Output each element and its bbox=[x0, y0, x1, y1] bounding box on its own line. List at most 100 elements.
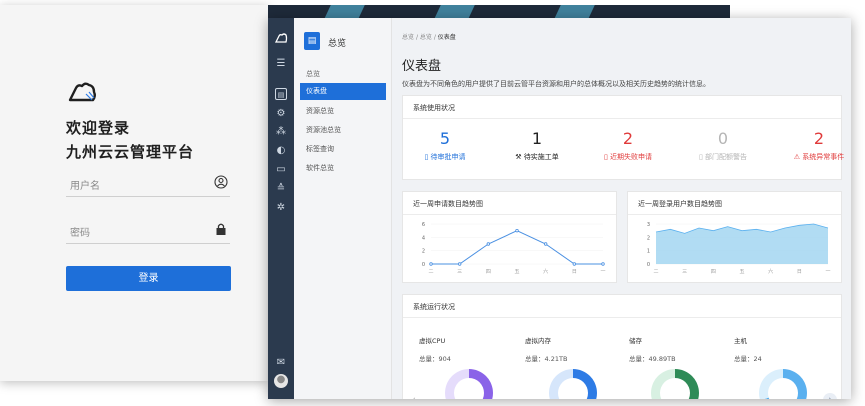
stat-quota-warning[interactable]: 0 ▯ 部门配额警告 bbox=[683, 130, 763, 162]
sidebar-header-label: 总览 bbox=[328, 39, 347, 49]
username-field[interactable]: 用户名 bbox=[66, 173, 230, 197]
breadcrumb: 总览 / 总览 / 仪表盘 bbox=[402, 32, 456, 41]
stat-label: ⚠ 系统异常事件 bbox=[793, 153, 845, 161]
sidebar-header: ▤ 总览 bbox=[304, 32, 384, 54]
menu-icon[interactable]: ☰ bbox=[275, 58, 287, 70]
sidebar-item-dashboard[interactable]: 仪表盘 bbox=[300, 83, 386, 100]
stat-value: 0 bbox=[717, 129, 729, 148]
breadcrumb-link[interactable]: 总览 bbox=[420, 34, 432, 41]
x-tick-label: 一 bbox=[600, 269, 605, 275]
stat-system-exceptions[interactable]: 2 ⚠ 系统异常事件 bbox=[779, 130, 851, 162]
cloud-logo-icon[interactable] bbox=[274, 32, 288, 44]
breadcrumb-separator: / bbox=[433, 34, 436, 41]
x-tick-label: 三 bbox=[682, 269, 687, 275]
x-tick-label: 日 bbox=[572, 269, 577, 275]
x-tick-label: 三 bbox=[457, 269, 462, 275]
chevron-left-icon[interactable]: ‹ bbox=[407, 393, 421, 399]
password-field[interactable]: 密码 bbox=[66, 220, 230, 244]
network-icon[interactable]: ⁂ bbox=[275, 126, 287, 138]
stat-value: 2 bbox=[813, 129, 825, 148]
chart-title: 近一周登录用户数目趋势图 bbox=[638, 200, 722, 208]
host-donut-chart bbox=[759, 369, 807, 399]
sidebar-item-resource-overview[interactable]: 资源总览 bbox=[300, 103, 386, 120]
usage-total: 总量：4.21TB bbox=[525, 355, 568, 363]
usage-name: 主机 bbox=[734, 337, 747, 345]
display-icon[interactable]: ▭ bbox=[275, 164, 287, 176]
divider bbox=[403, 118, 841, 119]
chevron-right-icon[interactable]: › bbox=[823, 393, 837, 399]
mail-icon[interactable]: ✉ bbox=[275, 357, 287, 369]
data-point bbox=[543, 242, 548, 246]
sidebar-item-resource-pool[interactable]: 资源池总览 bbox=[300, 122, 386, 139]
icon-rail: ☰ ▤ ⚙ ⁂ ◐ ▭ ≙ ✲ ✉ ● bbox=[268, 18, 294, 399]
area-fill bbox=[656, 224, 828, 264]
panel-title: 系统运行状况 bbox=[413, 303, 455, 311]
sidebar-item-software[interactable]: 软件总览 bbox=[300, 160, 386, 177]
stat-label: ⚒ 待实施工单 bbox=[515, 153, 559, 161]
weekly-logins-area-chart: 0 1 2 3 二 三 四 五 六 日 一 bbox=[647, 222, 831, 275]
x-tick-label: 四 bbox=[486, 269, 491, 275]
weekly-requests-chart-panel: 近一周申请数目趋势图 0 2 4 6 二 三 四 五 六 日 一 bbox=[402, 191, 617, 283]
sidebar-section-label: 总览 bbox=[306, 70, 320, 78]
stat-value: 2 bbox=[622, 129, 634, 148]
resource-icon[interactable]: ⚙ bbox=[275, 108, 287, 120]
breadcrumb-link[interactable]: 总览 bbox=[402, 34, 414, 41]
avatar[interactable]: ● bbox=[274, 374, 288, 388]
system-usage-panel: 系统使用状况 5 ▯ 待审批申请 1 ⚒ 待实施工单 2 ▯ 近期失败申请 0 … bbox=[402, 95, 844, 180]
storage-donut-chart bbox=[651, 369, 699, 399]
usage-name: 虚拟CPU bbox=[419, 337, 446, 345]
data-point bbox=[457, 262, 462, 266]
stat-label: ▯ 近期失败申请 bbox=[603, 153, 653, 161]
x-tick-label: 二 bbox=[653, 269, 658, 275]
divider bbox=[403, 317, 841, 318]
page-title: 仪表盘 bbox=[402, 59, 442, 74]
usage-storage: 储存 总量：49.89TB bbox=[629, 335, 729, 363]
overview-icon[interactable]: ▤ bbox=[275, 88, 287, 100]
x-tick-label: 五 bbox=[514, 269, 519, 275]
system-runtime-panel: 系统运行状况 虚拟CPU 总量：904 虚拟内存 总量：4.21TB 储存 总量… bbox=[402, 294, 842, 399]
x-tick-label: 一 bbox=[825, 269, 830, 275]
stack-icon[interactable]: ≙ bbox=[275, 183, 287, 195]
stat-label-text: 系统异常事件 bbox=[802, 153, 845, 161]
lock-icon bbox=[216, 223, 226, 235]
series-line bbox=[431, 230, 603, 265]
stat-value: 1 bbox=[531, 129, 543, 148]
login-button[interactable]: 登录 bbox=[66, 266, 231, 291]
y-tick-label: 0 bbox=[422, 262, 425, 268]
cloud-logo-icon bbox=[68, 82, 96, 102]
monitor-icon[interactable]: ◐ bbox=[275, 145, 287, 157]
stat-label: ▯ 待审批申请 bbox=[424, 153, 466, 161]
data-point bbox=[486, 242, 491, 246]
breadcrumb-separator: / bbox=[415, 34, 418, 41]
x-tick-label: 日 bbox=[797, 269, 802, 275]
x-tick-label: 六 bbox=[543, 268, 548, 275]
stat-value: 5 bbox=[439, 129, 451, 148]
weekly-requests-line-chart: 0 2 4 6 二 三 四 五 六 日 一 bbox=[422, 222, 606, 275]
password-placeholder: 密码 bbox=[70, 228, 90, 239]
data-point bbox=[429, 262, 433, 266]
login-card: 欢迎登录 九州云云管理平台 用户名 密码 登录 bbox=[0, 5, 268, 381]
usage-total: 总量：49.89TB bbox=[629, 355, 676, 363]
x-tick-label: 五 bbox=[739, 269, 744, 275]
stat-failed-requests[interactable]: 2 ▯ 近期失败申请 bbox=[588, 130, 668, 162]
usage-total: 总量：24 bbox=[734, 355, 762, 363]
stat-pending-workorder[interactable]: 1 ⚒ 待实施工单 bbox=[497, 130, 577, 162]
settings-icon[interactable]: ✲ bbox=[275, 202, 287, 214]
y-tick-label: 2 bbox=[422, 249, 425, 255]
y-tick-label: 2 bbox=[647, 235, 650, 241]
panel-title: 系统使用状况 bbox=[413, 104, 455, 112]
weekly-logins-chart-panel: 近一周登录用户数目趋势图 0 1 2 3 二 三 四 五 六 日 一 bbox=[627, 191, 842, 283]
usage-host: 主机 总量：24 bbox=[734, 335, 834, 363]
y-tick-label: 6 bbox=[422, 222, 425, 228]
usage-vcpu: 虚拟CPU 总量：904 bbox=[419, 335, 519, 363]
page-description: 仪表盘为不同角色的用户提供了目前云管平台资源和用户的总体概况以及相关历史趋势的统… bbox=[402, 80, 710, 88]
dashboard-window: ☰ ▤ ⚙ ⁂ ◐ ▭ ≙ ✲ ✉ ● ▤ 总览 总览 仪表盘 资源总览 资源池… bbox=[268, 18, 851, 399]
stat-label: ▯ 部门配额警告 bbox=[698, 153, 748, 161]
sidebar-item-tag-query[interactable]: 标签查询 bbox=[300, 141, 386, 158]
login-platform-title: 九州云云管理平台 bbox=[66, 143, 195, 161]
data-point bbox=[572, 262, 577, 266]
stat-label-text: 近期失败申请 bbox=[610, 153, 653, 161]
stat-pending-approval[interactable]: 5 ▯ 待审批申请 bbox=[405, 130, 485, 162]
chart-title: 近一周申请数目趋势图 bbox=[413, 200, 483, 208]
stat-label-text: 部门配额警告 bbox=[705, 153, 748, 161]
